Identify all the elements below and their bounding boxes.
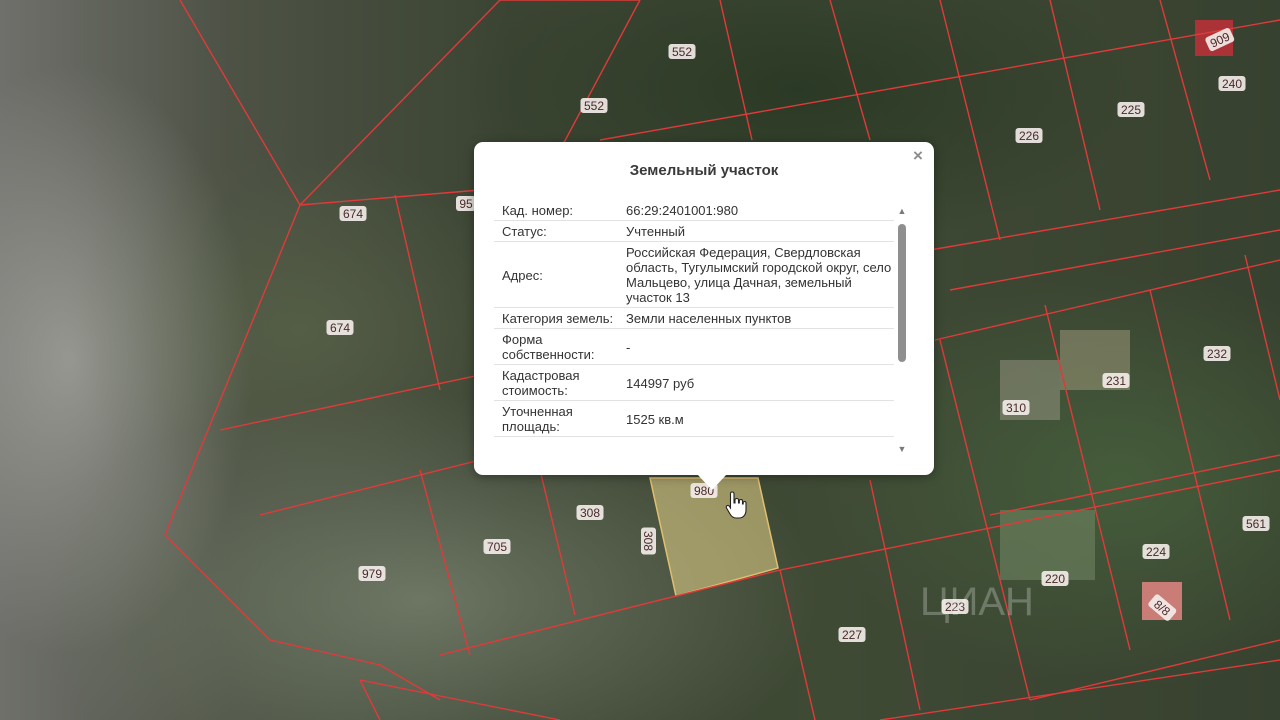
plot-number: 674 <box>330 321 350 335</box>
plot-number: 552 <box>672 45 692 59</box>
popup-scrollbar[interactable]: ▲ ▼ <box>896 206 908 454</box>
plot-label-220[interactable]: 220 <box>1041 571 1069 586</box>
plot-label-224[interactable]: 224 <box>1142 544 1170 559</box>
plot-number: 226 <box>1019 129 1039 143</box>
plot-number: 308 <box>580 506 600 520</box>
row-label: Форма собственности: <box>502 332 595 362</box>
plot-number: 240 <box>1222 77 1242 91</box>
plot-number: 231 <box>1106 374 1126 388</box>
row-area: Уточненная площадь: 1525 кв.м <box>494 401 894 437</box>
scroll-up-icon[interactable]: ▲ <box>897 206 907 216</box>
row-label: Уточненная площадь: <box>502 404 573 434</box>
plot-label-232[interactable]: 232 <box>1203 346 1231 361</box>
plot-label-308[interactable]: 308 <box>641 527 656 555</box>
scroll-down-icon[interactable]: ▼ <box>897 444 907 454</box>
plot-number: 220 <box>1045 572 1065 586</box>
scroll-thumb[interactable] <box>898 224 906 362</box>
row-value: 66:29:2401001:980 <box>626 203 739 218</box>
plot-number: 674 <box>343 207 363 221</box>
row-value: Земли населенных пунктов <box>626 311 792 326</box>
plot-label-226[interactable]: 226 <box>1015 128 1043 143</box>
plot-number: 561 <box>1246 517 1266 531</box>
watermark: ЦИАН <box>920 580 1034 624</box>
plot-label-240[interactable]: 240 <box>1218 76 1246 91</box>
plot-label-227[interactable]: 227 <box>838 627 866 642</box>
plot-label-552[interactable]: 552 <box>580 98 608 113</box>
plot-number: 308 <box>641 531 655 551</box>
row-value: 144997 руб <box>626 375 695 391</box>
plot-number: 224 <box>1146 545 1166 559</box>
row-value: 1525 кв.м <box>626 411 684 427</box>
plot-number: 552 <box>584 99 604 113</box>
row-value: Учтенный <box>626 224 686 239</box>
plot-label-674[interactable]: 674 <box>326 320 354 335</box>
row-ownership-form: Форма собственности: - <box>494 329 894 365</box>
row-status: Статус: Учтенный <box>494 221 894 242</box>
plot-label-308[interactable]: 308 <box>576 505 604 520</box>
row-label: Категория земель: <box>502 311 614 326</box>
plot-number: 705 <box>487 540 507 554</box>
row-cadastral-value: Кадастровая стоимость: 144997 руб <box>494 365 894 401</box>
land-plot-popup[interactable]: Земельный участок × Кад. номер: 66:29:24… <box>474 142 934 490</box>
plot-label-225[interactable]: 225 <box>1117 102 1145 117</box>
plot-number: 225 <box>1121 103 1141 117</box>
plot-label-310[interactable]: 310 <box>1002 400 1030 415</box>
plot-number: 95 <box>459 197 473 211</box>
plot-label-979[interactable]: 979 <box>358 566 386 581</box>
popup-pointer <box>697 474 727 490</box>
row-value: Российская Федерация, Свердловская облас… <box>626 245 892 305</box>
plot-number: 232 <box>1207 347 1227 361</box>
close-icon[interactable]: × <box>910 147 926 164</box>
map-viewport[interactable]: 552 552 909 240 225 226 674 95 674 232 231 310 980 30… <box>0 0 1280 720</box>
plot-label-705[interactable]: 705 <box>483 539 511 554</box>
plot-label-95[interactable]: 95 <box>456 196 476 211</box>
popup-title: Земельный участок <box>629 162 779 179</box>
plot-number: 310 <box>1006 401 1026 415</box>
hand-pointer-icon <box>725 491 747 519</box>
row-label: Кад. номер: <box>502 203 574 218</box>
row-cadastral-number: Кад. номер: 66:29:2401001:980 <box>494 200 894 221</box>
row-label: Кадастровая стоимость: <box>502 368 580 398</box>
plot-number: 227 <box>842 628 862 642</box>
row-value: - <box>626 339 631 355</box>
plot-label-674[interactable]: 674 <box>339 206 367 221</box>
plot-label-231[interactable]: 231 <box>1102 373 1130 388</box>
row-label: Статус: <box>502 224 547 239</box>
building-area <box>1000 510 1095 580</box>
plot-number: 979 <box>362 567 382 581</box>
plot-label-561[interactable]: 561 <box>1242 516 1270 531</box>
plot-label-552[interactable]: 552 <box>668 44 696 59</box>
row-land-category: Категория земель: Земли населенных пункт… <box>494 308 894 329</box>
row-address: Адрес: Российская Федерация, Свердловска… <box>494 242 894 308</box>
row-label: Адрес: <box>502 267 543 283</box>
info-table[interactable]: Кад. номер: 66:29:2401001:980 Статус: Уч… <box>494 200 894 462</box>
